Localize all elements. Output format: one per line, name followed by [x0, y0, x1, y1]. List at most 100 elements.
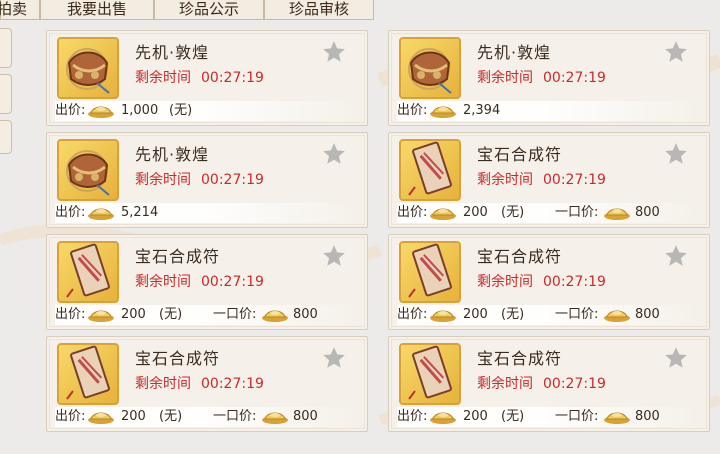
star-icon[interactable] [321, 141, 347, 167]
time-remaining-value: 00:27:19 [201, 274, 264, 290]
bid-price-value: 200 [463, 409, 488, 424]
price-row: 出价: 1,000 (无) [55, 101, 355, 121]
buyout-price-value: 800 [635, 307, 660, 322]
price-label: 出价: [397, 205, 428, 220]
price-row: 出价: 200 (无) 一口价: 800 [397, 305, 697, 325]
gold-ingot-icon [429, 205, 457, 221]
price-row: 出价: 200 (无) 一口价: 800 [397, 407, 697, 427]
item-card[interactable]: 宝石合成符 剩余时间 00:27:19 出价: 200 (无) 一口价: 800 [388, 336, 710, 432]
price-label: 出价: [397, 409, 428, 424]
time-remaining-label: 剩余时间 [135, 376, 191, 392]
no-bid-note: (无) [159, 409, 183, 424]
buyout-label: 一口价: [213, 307, 257, 322]
gold-ingot-icon [429, 409, 457, 425]
item-card[interactable]: 宝石合成符 剩余时间 00:27:19 出价: 200 (无) 一口价: 800 [388, 234, 710, 330]
gold-ingot-icon [429, 103, 457, 119]
time-remaining-label: 剩余时间 [477, 172, 533, 188]
time-remaining: 剩余时间 00:27:19 [135, 373, 274, 393]
tab-treasure-review[interactable]: 珍品审核 [264, 0, 374, 20]
buyout-price-value: 800 [635, 205, 660, 220]
time-remaining-label: 剩余时间 [135, 70, 191, 86]
time-remaining-label: 剩余时间 [477, 376, 533, 392]
talisman-item-icon[interactable] [57, 241, 119, 303]
buyout-price-value: 800 [635, 409, 660, 424]
tab-label: 珍品公示 [178, 0, 239, 18]
time-remaining-value: 00:27:19 [201, 70, 264, 86]
bid-price-value: 200 [463, 205, 488, 220]
buyout-label: 一口价: [555, 409, 599, 424]
time-remaining: 剩余时间 00:27:19 [135, 169, 274, 189]
price-label: 出价: [397, 307, 428, 322]
item-card[interactable]: 宝石合成符 剩余时间 00:27:19 出价: 200 (无) 一口价: 800 [46, 336, 368, 432]
pouch-item-icon[interactable] [399, 37, 461, 99]
gold-ingot-icon [603, 205, 631, 221]
star-icon[interactable] [321, 243, 347, 269]
gold-ingot-icon [603, 307, 631, 323]
buyout-label: 一口价: [213, 409, 257, 424]
tab-sell[interactable]: 我要出售 [40, 0, 154, 20]
gold-ingot-icon [87, 103, 115, 119]
star-icon[interactable] [663, 243, 689, 269]
talisman-item-icon[interactable] [57, 343, 119, 405]
time-remaining: 剩余时间 00:27:19 [477, 67, 616, 87]
category-button[interactable] [0, 74, 12, 114]
no-bid-note: (无) [501, 307, 525, 322]
time-remaining: 剩余时间 00:27:19 [477, 373, 616, 393]
talisman-item-icon[interactable] [399, 343, 461, 405]
star-icon[interactable] [663, 39, 689, 65]
time-remaining-label: 剩余时间 [477, 70, 533, 86]
tab-label: 拍卖 [0, 0, 27, 18]
item-card[interactable]: 宝石合成符 剩余时间 00:27:19 出价: 200 (无) 一口价: 800 [46, 234, 368, 330]
item-name: 宝石合成符 [135, 349, 221, 368]
no-bid-note: (无) [169, 103, 193, 118]
gold-ingot-icon [87, 205, 115, 221]
time-remaining: 剩余时间 00:27:19 [477, 169, 616, 189]
talisman-item-icon[interactable] [399, 241, 461, 303]
price-row: 出价: 5,214 [55, 203, 355, 223]
time-remaining-label: 剩余时间 [135, 274, 191, 290]
item-name: 宝石合成符 [477, 247, 563, 266]
gold-ingot-icon [603, 409, 631, 425]
price-label: 出价: [397, 103, 428, 118]
price-row: 出价: 200 (无) 一口价: 800 [397, 203, 697, 223]
category-button[interactable] [0, 28, 12, 68]
price-row: 出价: 200 (无) 一口价: 800 [55, 407, 355, 427]
talisman-item-icon[interactable] [399, 139, 461, 201]
item-card[interactable]: 先机·敦煌 剩余时间 00:27:19 出价: 2,394 [388, 30, 710, 126]
price-label: 出价: [55, 409, 86, 424]
item-name: 宝石合成符 [135, 247, 221, 266]
star-icon[interactable] [663, 345, 689, 371]
bid-price-value: 5,214 [121, 205, 159, 220]
time-remaining-value: 00:27:19 [543, 376, 606, 392]
item-name: 先机·敦煌 [135, 43, 210, 62]
star-icon[interactable] [321, 345, 347, 371]
buyout-label: 一口价: [555, 307, 599, 322]
time-remaining-label: 剩余时间 [477, 274, 533, 290]
time-remaining: 剩余时间 00:27:19 [477, 271, 616, 291]
item-card[interactable]: 宝石合成符 剩余时间 00:27:19 出价: 200 (无) 一口价: 800 [388, 132, 710, 228]
no-bid-note: (无) [501, 409, 525, 424]
category-button[interactable] [0, 120, 12, 154]
time-remaining-value: 00:27:19 [543, 172, 606, 188]
pouch-item-icon[interactable] [57, 37, 119, 99]
time-remaining-value: 00:27:19 [543, 70, 606, 86]
buyout-price-value: 800 [293, 307, 318, 322]
bid-price-value: 2,394 [463, 103, 501, 118]
tab-auction[interactable]: 拍卖 [0, 0, 40, 20]
price-label: 出价: [55, 205, 86, 220]
price-label: 出价: [55, 307, 86, 322]
price-label: 出价: [55, 103, 86, 118]
item-card[interactable]: 先机·敦煌 剩余时间 00:27:19 出价: 5,214 [46, 132, 368, 228]
gold-ingot-icon [261, 409, 289, 425]
star-icon[interactable] [321, 39, 347, 65]
bid-price-value: 1,000 [121, 103, 159, 118]
item-card[interactable]: 先机·敦煌 剩余时间 00:27:19 出价: 1,000 (无) [46, 30, 368, 126]
bid-price-value: 200 [463, 307, 488, 322]
pouch-item-icon[interactable] [57, 139, 119, 201]
tab-treasure-notice[interactable]: 珍品公示 [154, 0, 264, 20]
gold-ingot-icon [87, 307, 115, 323]
gold-ingot-icon [261, 307, 289, 323]
star-icon[interactable] [663, 141, 689, 167]
no-bid-note: (无) [501, 205, 525, 220]
time-remaining-value: 00:27:19 [543, 274, 606, 290]
